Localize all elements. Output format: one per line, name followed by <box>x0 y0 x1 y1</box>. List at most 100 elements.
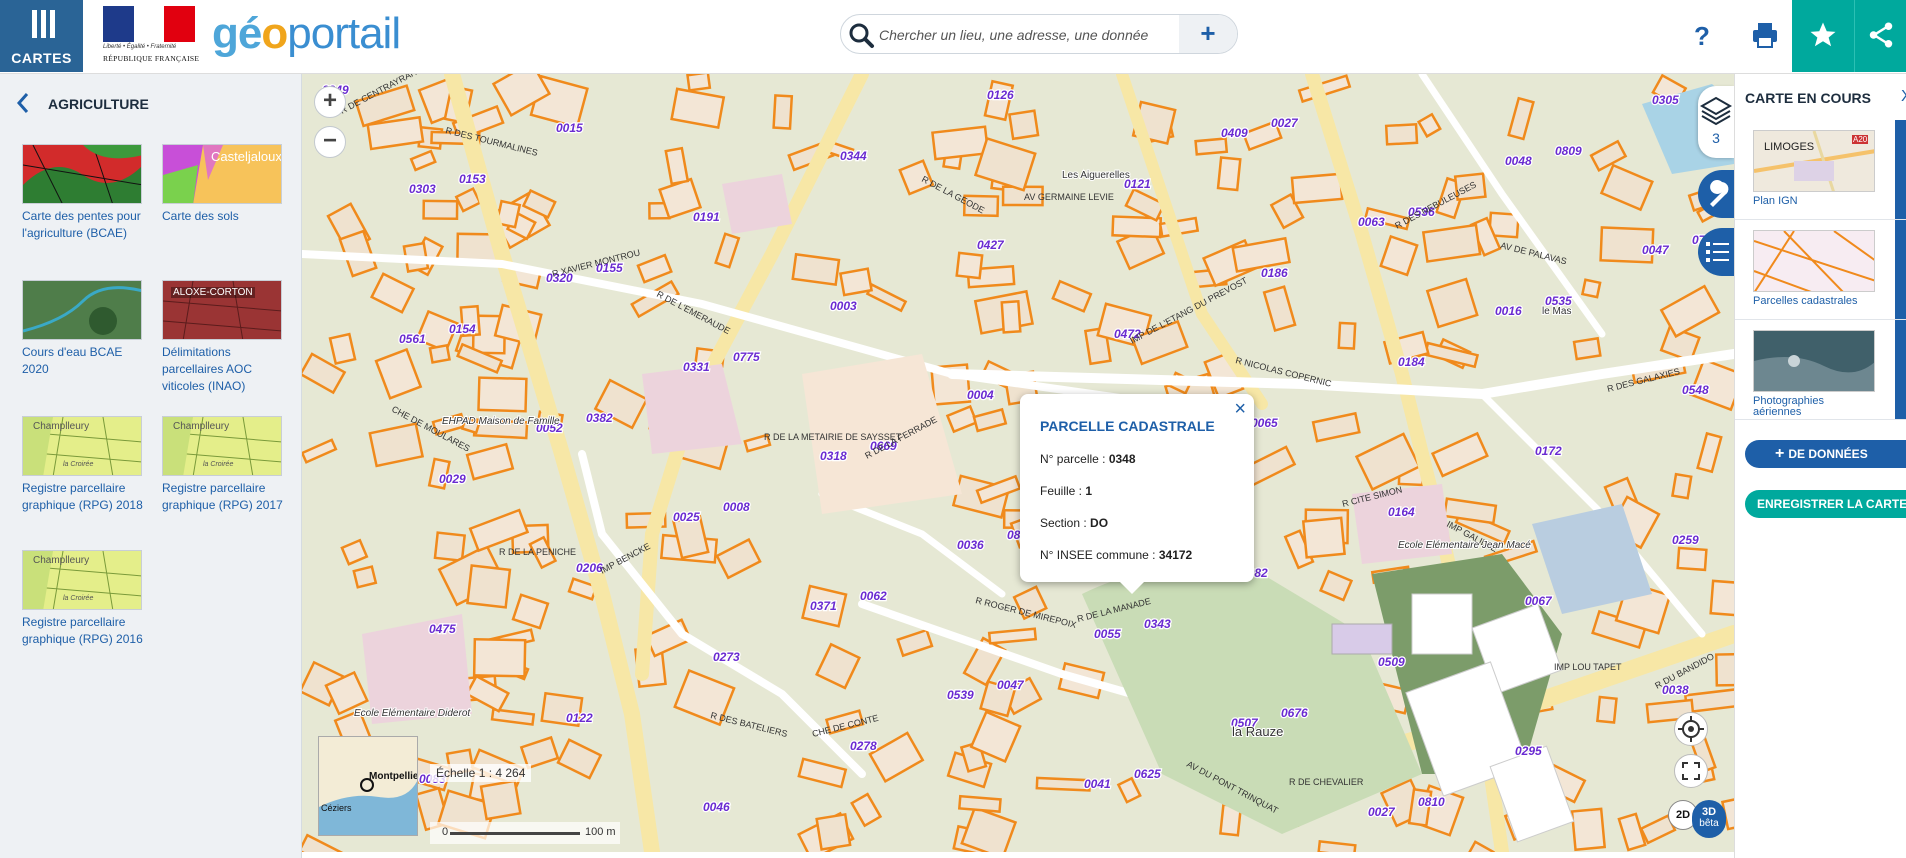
parcel-number: 0015 <box>556 121 583 135</box>
printer-icon <box>1753 23 1777 48</box>
overview-minimap[interactable]: Montpellie Céziers <box>318 736 418 836</box>
layers-tab[interactable]: 3 <box>1698 86 1734 158</box>
parcel-block <box>1596 695 1618 724</box>
layer-name: Parcelles cadastrales <box>1753 295 1858 307</box>
parcel-number: 0191 <box>693 210 720 224</box>
layer-item-sols[interactable]: Casteljaloux Carte des sols <box>162 144 290 225</box>
cartes-menu-label: CARTES <box>11 50 72 66</box>
layers-stack-icon <box>1699 96 1733 126</box>
layer-item-rpg-2018[interactable]: Champlleury la Croirée Registre parcella… <box>22 416 150 514</box>
layer-settings-handle[interactable] <box>1895 220 1906 319</box>
layer-item-cours-eau[interactable]: Cours d'eau BCAE 2020 <box>22 280 150 378</box>
popup-row-value: 0348 <box>1108 452 1136 466</box>
layer-settings-handle[interactable] <box>1895 320 1906 419</box>
parcel-number: 0027 <box>1368 805 1396 819</box>
place-label: EHPAD Maison de Famille <box>442 416 560 427</box>
place-label: le Mas <box>1542 306 1571 317</box>
street-label: R DE LA PENICHE <box>499 547 576 557</box>
parcel-block <box>1008 109 1040 141</box>
popup-row-value: DO <box>1090 516 1109 530</box>
wrench-icon <box>1710 180 1729 207</box>
thumb-locality-label: la Croirée <box>203 461 234 468</box>
popup-close-button[interactable]: × <box>1234 398 1246 421</box>
layer-thumbnail <box>1753 330 1875 392</box>
street-label: IMP LOU TAPET <box>1554 662 1622 672</box>
menu-bars-icon <box>32 10 55 38</box>
map-canvas[interactable]: 0349015301550775066908210343067608100809… <box>302 74 1734 852</box>
thumb-town-label: Casteljaloux <box>211 149 282 164</box>
back-chevron-icon[interactable] <box>16 92 30 114</box>
parcel-number: 0305 <box>1652 93 1679 107</box>
panel-close-button[interactable]: X <box>1901 88 1906 106</box>
parcel-block <box>433 531 467 563</box>
layer-item-rpg-2017[interactable]: Champlleury la Croirée Registre parcella… <box>162 416 290 514</box>
popup-row-feuille: Feuille : 1 <box>1040 484 1092 498</box>
share-button[interactable] <box>1854 0 1906 72</box>
parcel-block <box>1572 336 1602 361</box>
layer-thumbnail: Champlleury la Croirée <box>22 550 142 610</box>
view-3d-button[interactable]: 3D bêta <box>1692 800 1726 838</box>
parcel-block <box>1301 516 1346 559</box>
zoom-in-button[interactable]: + <box>314 86 346 118</box>
layer-thumbnail <box>22 280 142 340</box>
scale-bar: 0 100 m <box>430 822 620 844</box>
parcel-number: 0027 <box>1271 116 1299 130</box>
parcel-block <box>955 251 984 280</box>
popup-row-value: 1 <box>1085 484 1093 498</box>
save-map-button[interactable]: ENREGISTRER LA CARTE <box>1745 490 1906 518</box>
popup-row-label: N° INSEE commune : <box>1040 548 1159 562</box>
tools-tab[interactable] <box>1698 170 1734 218</box>
parcel-number: 0067 <box>1525 594 1553 608</box>
legend-list-tab[interactable] <box>1698 228 1734 276</box>
layer-thumbnail: Casteljaloux <box>162 144 282 204</box>
print-button[interactable] <box>1740 0 1790 72</box>
active-layer-parcelles[interactable]: Parcelles cadastrales <box>1735 220 1906 320</box>
parcel-number: 0809 <box>1555 144 1582 158</box>
advanced-search-plus-button[interactable]: + <box>1179 15 1237 53</box>
search-input[interactable] <box>879 21 1179 49</box>
zoom-out-button[interactable]: − <box>314 126 346 158</box>
fullscreen-button[interactable] <box>1674 754 1708 788</box>
minimap-label: Montpellie <box>369 771 418 782</box>
parcel-block <box>686 74 712 92</box>
favorites-button[interactable] <box>1792 0 1854 72</box>
add-data-button[interactable]: + DE DONNÉES <box>1745 440 1906 468</box>
geoportail-logo[interactable]: géoportail <box>212 10 401 58</box>
parcel-block <box>791 252 841 287</box>
layer-thumbnail: LIMOGES A20 <box>1753 130 1875 192</box>
street-label: AV GERMAINE LEVIE <box>1024 192 1114 202</box>
parcel-number: 0539 <box>947 688 974 702</box>
layer-item-aoc[interactable]: ALOXE-CORTON Délimitations parcellaires … <box>162 280 290 395</box>
parcel-block <box>472 637 527 678</box>
active-layer-photos[interactable]: Photographies aériennes <box>1735 320 1906 420</box>
parcel-number: 0548 <box>1682 383 1709 397</box>
fullscreen-icon <box>1682 762 1700 780</box>
parcel-number: 0153 <box>459 172 486 186</box>
parcel-number: 0676 <box>1281 706 1308 720</box>
layer-settings-handle[interactable] <box>1895 120 1906 219</box>
help-button[interactable]: ? <box>1680 0 1724 72</box>
layer-count: 3 <box>1712 130 1720 146</box>
parcel-number: 0427 <box>977 238 1005 252</box>
parcel-block <box>352 565 378 589</box>
parcel-number: 0154 <box>449 322 476 336</box>
layer-thumbnail: Champlleury la Croirée <box>22 416 142 476</box>
layer-item-rpg-2016[interactable]: Champlleury la Croirée Registre parcella… <box>22 550 150 648</box>
active-layer-plan-ign[interactable]: LIMOGES A20 Plan IGN <box>1735 120 1906 220</box>
scale-line <box>450 832 580 835</box>
parcel-block <box>772 94 794 130</box>
thumb-road-label: A20 <box>1852 135 1869 144</box>
layer-thumbnail <box>22 144 142 204</box>
parcel-block <box>1216 156 1242 192</box>
republique-francaise-logo[interactable]: Liberté • Égalité • Fraternité RÉPUBLIQU… <box>103 6 199 66</box>
view-3d-beta: bêta <box>1699 818 1719 829</box>
share-icon <box>1869 22 1892 48</box>
layer-item-pentes[interactable]: Carte des pentes pour l'agriculture (BCA… <box>22 144 150 242</box>
popup-row-label: Section : <box>1040 516 1091 530</box>
parcel-number: 0186 <box>1261 266 1288 280</box>
geolocate-button[interactable] <box>1674 712 1708 746</box>
parcel-number: 0126 <box>987 88 1014 102</box>
cartes-menu-button[interactable]: CARTES <box>0 0 83 72</box>
current-map-panel: CARTE EN COURS X LIMOGES A20 Plan IGN Pa… <box>1734 74 1906 858</box>
parcel-number: 0509 <box>1378 655 1405 669</box>
